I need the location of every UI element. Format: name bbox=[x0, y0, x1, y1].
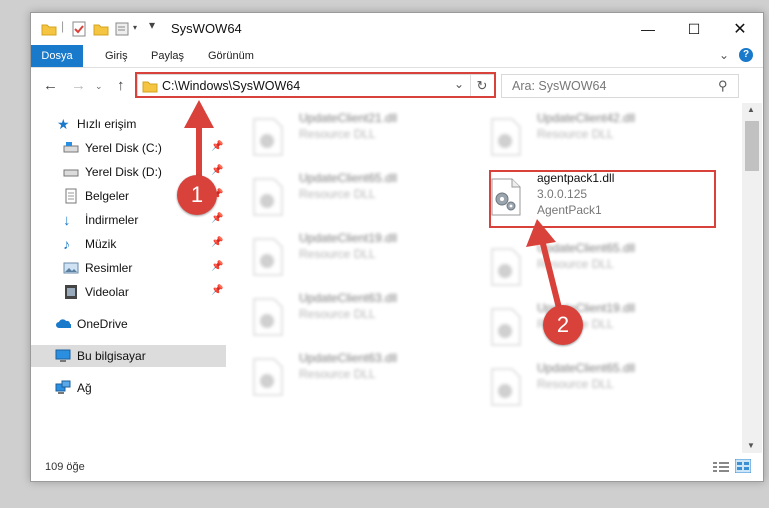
arrow-2 bbox=[526, 219, 563, 313]
annotation-overlay bbox=[184, 100, 563, 313]
arrow-1 bbox=[184, 100, 214, 185]
step-badge-2: 2 bbox=[543, 305, 583, 345]
step-badge-1: 1 bbox=[177, 175, 217, 215]
